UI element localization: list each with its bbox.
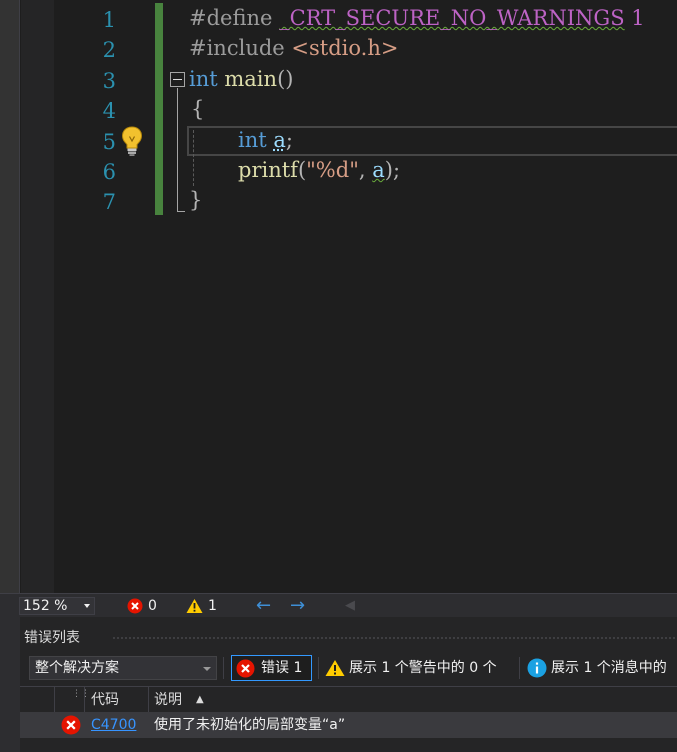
code-line-5: int a; [238,125,293,155]
toolbar-separator [519,657,520,679]
error-table-header: ⋮⋮ 代码 说明 ▲ [20,686,677,713]
toolbar-separator [318,657,319,679]
zoom-dropdown[interactable]: 152 % [19,597,95,615]
type-keyword: int [238,128,267,152]
code-line-2: #include <stdio.h> [189,33,398,63]
code-editor[interactable]: 1 2 3 4 5 6 7 #define _CRT_SECURE_NO_WAR… [0,0,677,593]
macro-name: _CRT_SECURE_NO_WARNINGS [279,6,625,30]
panel-left-strip [0,617,20,752]
error-list-panel: 错误列表 整个解决方案 错误 1 展示 1 个警告中的 0 个 展示 1 个消息… [0,617,677,752]
title-bar-grip [112,636,677,641]
variable-reference: a [372,158,385,182]
semicolon: ; [285,128,293,152]
scroll-left-icon[interactable]: ◀ [345,595,355,617]
chevron-down-icon [84,604,90,608]
code-text-area[interactable]: #define _CRT_SECURE_NO_WARNINGS 1 #inclu… [166,0,677,593]
code-line-4: { [191,94,204,124]
toolbar-separator [223,657,224,679]
errors-filter-label: 错误 1 [261,660,303,676]
warning-count: 1 [208,598,217,614]
preprocessor-keyword: #define [189,6,273,30]
code-line-3: int main() [189,64,293,94]
macro-value: 1 [631,6,645,30]
chevron-down-icon [203,667,211,671]
column-separator[interactable] [148,687,149,713]
error-icon [61,715,81,735]
messages-filter-button[interactable]: 展示 1 个消息中的 [527,655,677,681]
column-picker-icon[interactable]: ⋮⋮ [72,687,90,713]
panel-title: 错误列表 [24,630,80,646]
format-string: "%d" [306,158,359,182]
line-number: 3 [102,69,116,93]
parentheses: () [277,67,294,91]
line-number: 4 [102,99,116,123]
line-number: 7 [102,190,116,214]
line-number: 6 [102,160,116,184]
warnings-filter-button[interactable]: 展示 1 个警告中的 0 个 [325,655,510,681]
code-line-1: #define _CRT_SECURE_NO_WARNINGS 1 [189,3,645,33]
panel-title-bar[interactable]: 错误列表 [20,627,677,649]
table-row[interactable]: C4700 使用了未初始化的局部变量“a” [20,712,677,738]
include-header: <stdio.h> [291,36,399,60]
sort-ascending-icon: ▲ [196,694,204,705]
editor-status-bar: 152 % 0 1 ← → ◀ [0,593,677,617]
change-tracking-bar [155,3,163,215]
warnings-filter-label: 展示 1 个警告中的 0 个 [349,660,497,676]
info-icon [527,658,547,678]
scope-dropdown[interactable]: 整个解决方案 [29,656,217,680]
glyph-margin [21,0,54,593]
line-number: 1 [102,8,116,32]
line-number: 2 [102,38,116,62]
messages-filter-label: 展示 1 个消息中的 [551,660,667,676]
warning-icon [186,599,203,613]
column-separator[interactable] [54,687,55,713]
line-number-gutter: 1 2 3 4 5 6 7 [54,0,154,593]
preprocessor-keyword: #include [189,36,285,60]
lightbulb-icon[interactable] [120,125,144,157]
navigate-forward-icon[interactable]: → [290,595,305,617]
column-separator[interactable] [84,687,85,713]
type-keyword: int [189,67,218,91]
error-count: 0 [148,598,157,614]
code-line-6: printf("%d", a); [238,155,400,185]
error-icon [127,598,143,614]
open-brace: { [191,97,205,121]
variable-name: a [273,128,286,152]
close-paren: ); [384,158,401,182]
function-name: main [224,67,278,91]
function-call: printf [238,158,298,182]
line-number: 5 [102,130,116,154]
navigate-back-icon[interactable]: ← [256,595,271,617]
open-paren: ( [297,158,307,182]
editor-left-strip [0,0,20,593]
warning-icon [325,660,345,676]
scope-value: 整个解决方案 [35,660,119,676]
column-header-code[interactable]: 代码 [91,687,119,713]
comma: , [358,158,373,182]
zoom-level: 152 % [23,598,68,614]
errors-filter-button[interactable]: 错误 1 [231,655,312,681]
column-header-description[interactable]: 说明 [154,687,182,713]
error-list-toolbar: 整个解决方案 错误 1 展示 1 个警告中的 0 个 展示 1 个消息中的 [20,653,677,683]
error-icon [236,659,255,678]
close-brace: } [189,188,203,212]
error-description: 使用了未初始化的局部变量“a” [154,717,346,733]
code-line-7: } [189,185,202,215]
error-code-link[interactable]: C4700 [91,712,136,738]
